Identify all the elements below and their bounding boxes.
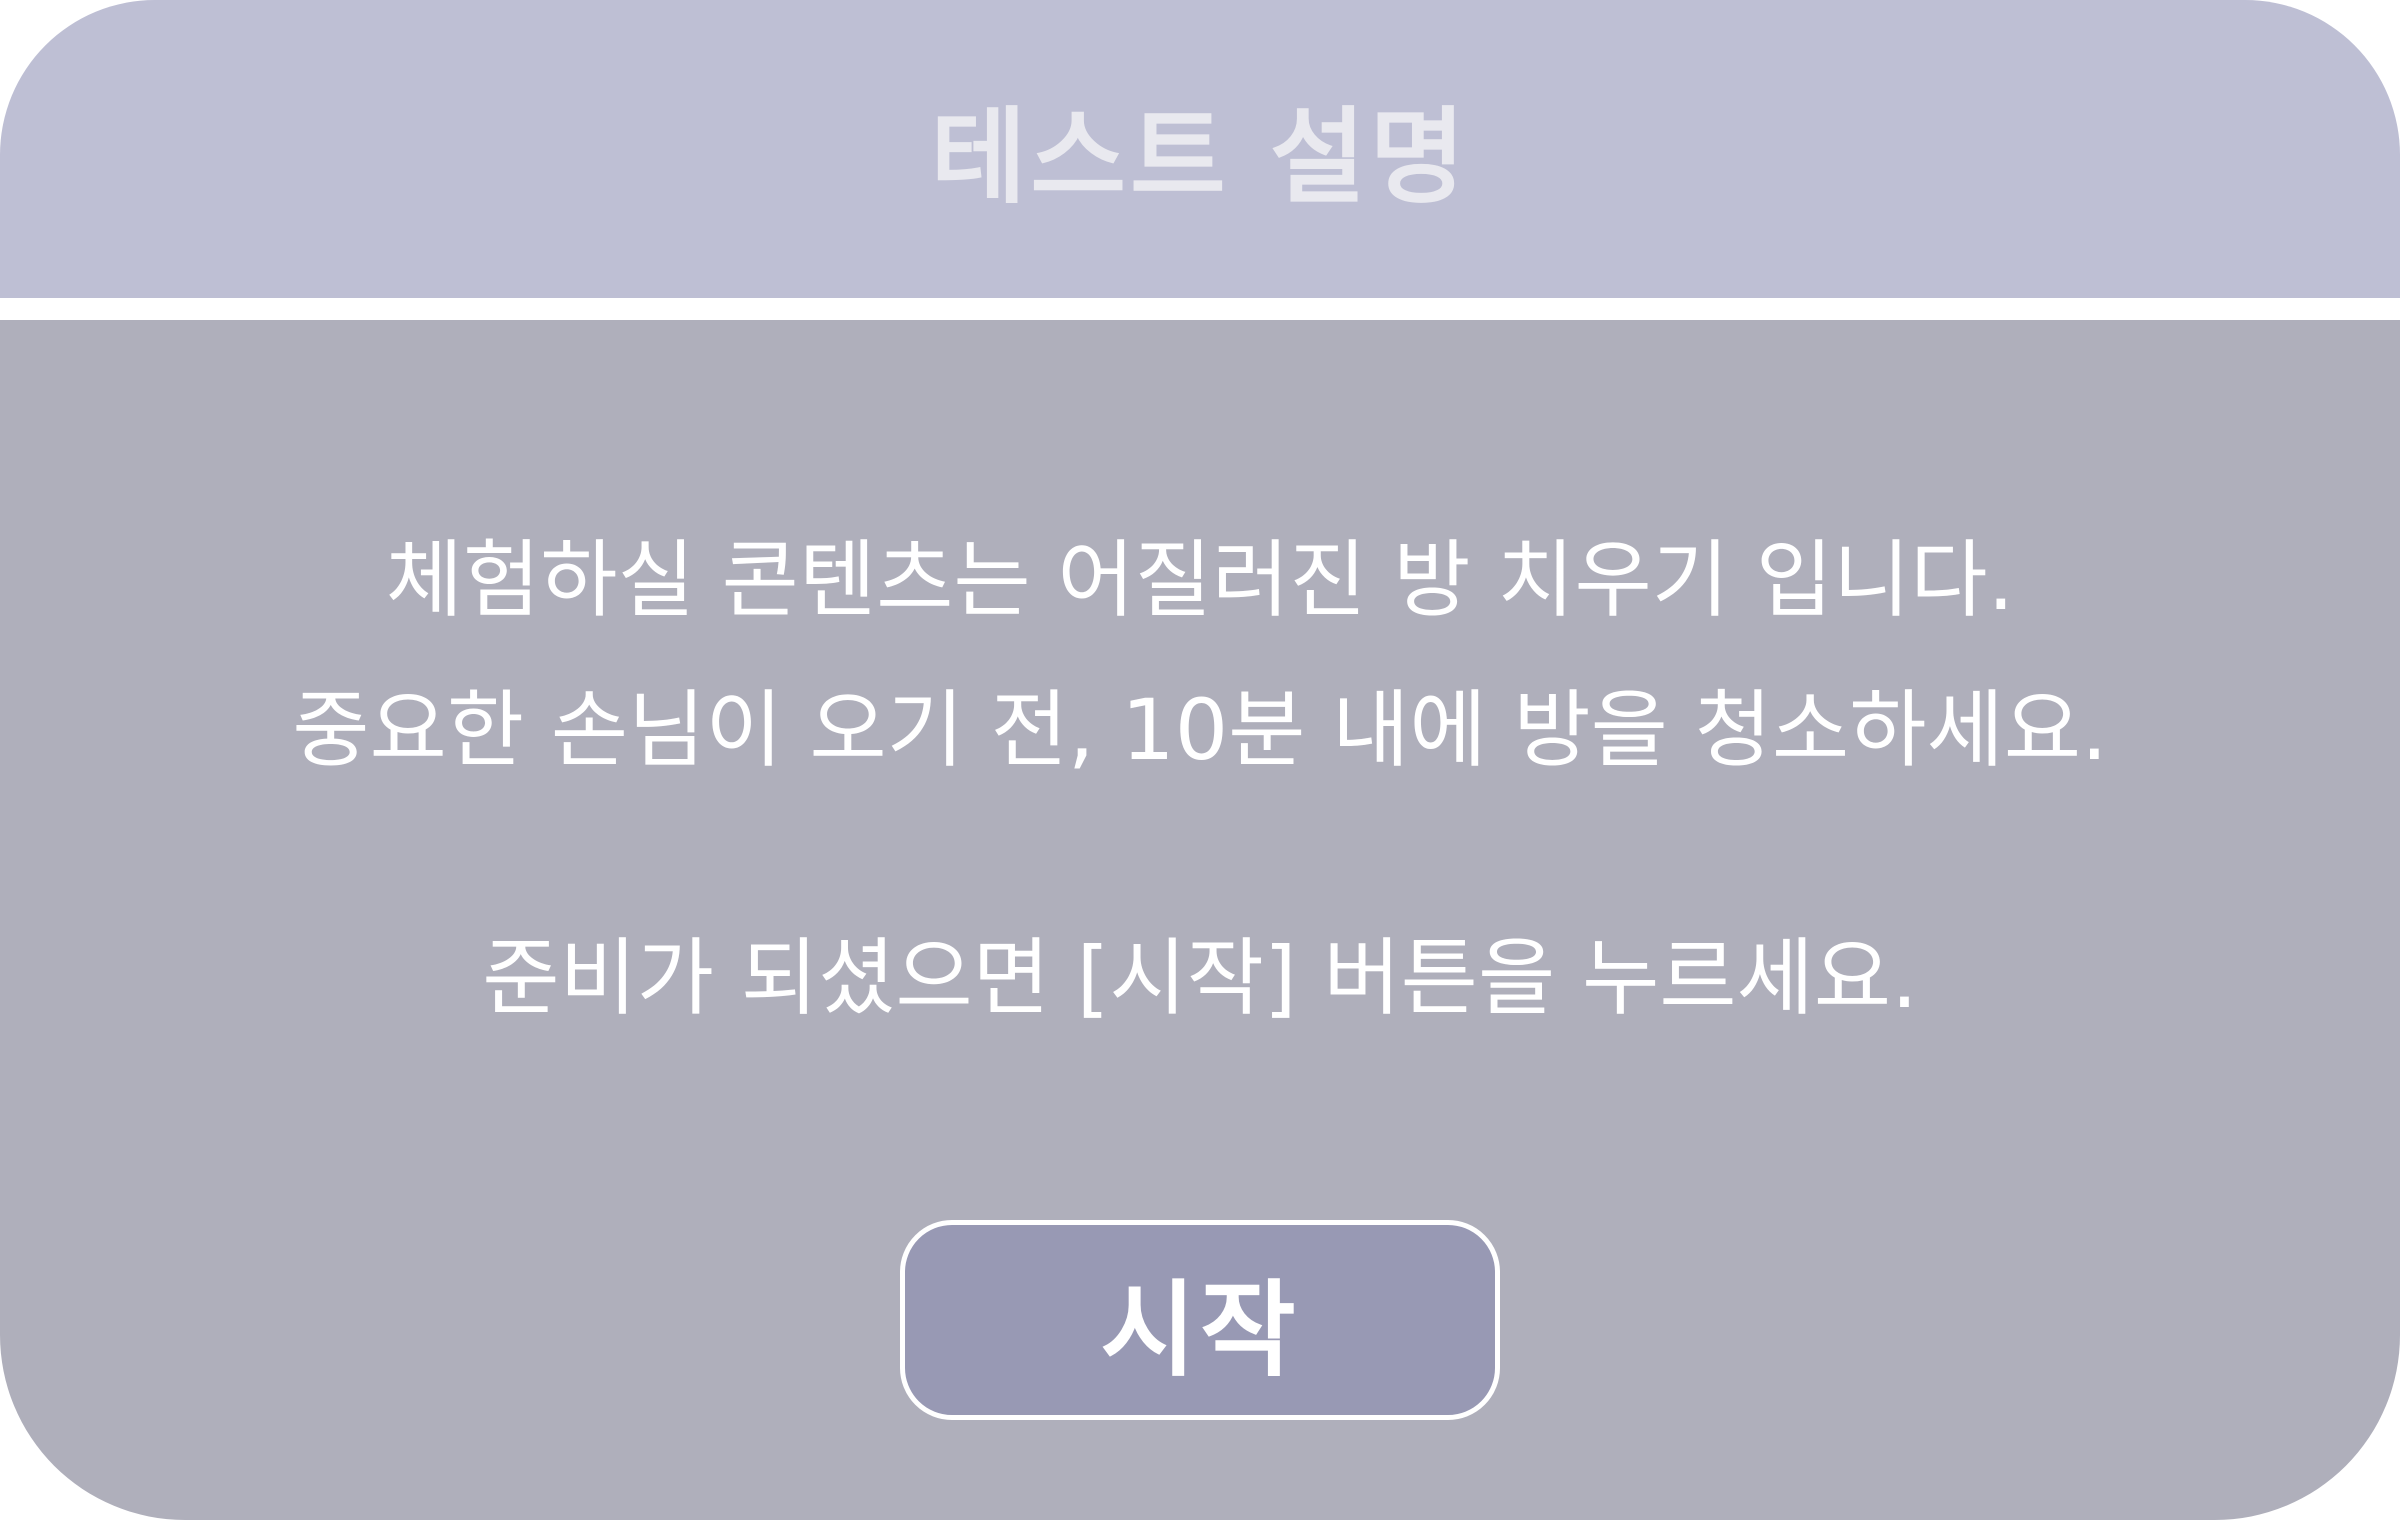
start-button[interactable]: 시작 bbox=[900, 1220, 1500, 1420]
start-button-label: 시작 bbox=[1100, 1268, 1300, 1391]
header-divider bbox=[0, 298, 2400, 320]
dialog-header: 테스트 설명 bbox=[0, 0, 2400, 298]
dialog-body: 체험하실 콘텐츠는 어질러진 방 치우기 입니다. 중요한 손님이 오기 전, … bbox=[0, 320, 2400, 1520]
instruction-line-2: 중요한 손님이 오기 전, 10분 내에 방을 청소하세요. bbox=[292, 681, 2108, 779]
instruction-line-1: 체험하실 콘텐츠는 어질러진 방 치우기 입니다. bbox=[385, 531, 2015, 629]
dialog-title: 테스트 설명 bbox=[930, 95, 1470, 218]
instruction-dialog: 테스트 설명 체험하실 콘텐츠는 어질러진 방 치우기 입니다. 중요한 손님이… bbox=[0, 0, 2400, 1520]
instruction-line-3: 준비가 되셨으면 [시작] 버튼을 누르세요. bbox=[482, 929, 1918, 1027]
